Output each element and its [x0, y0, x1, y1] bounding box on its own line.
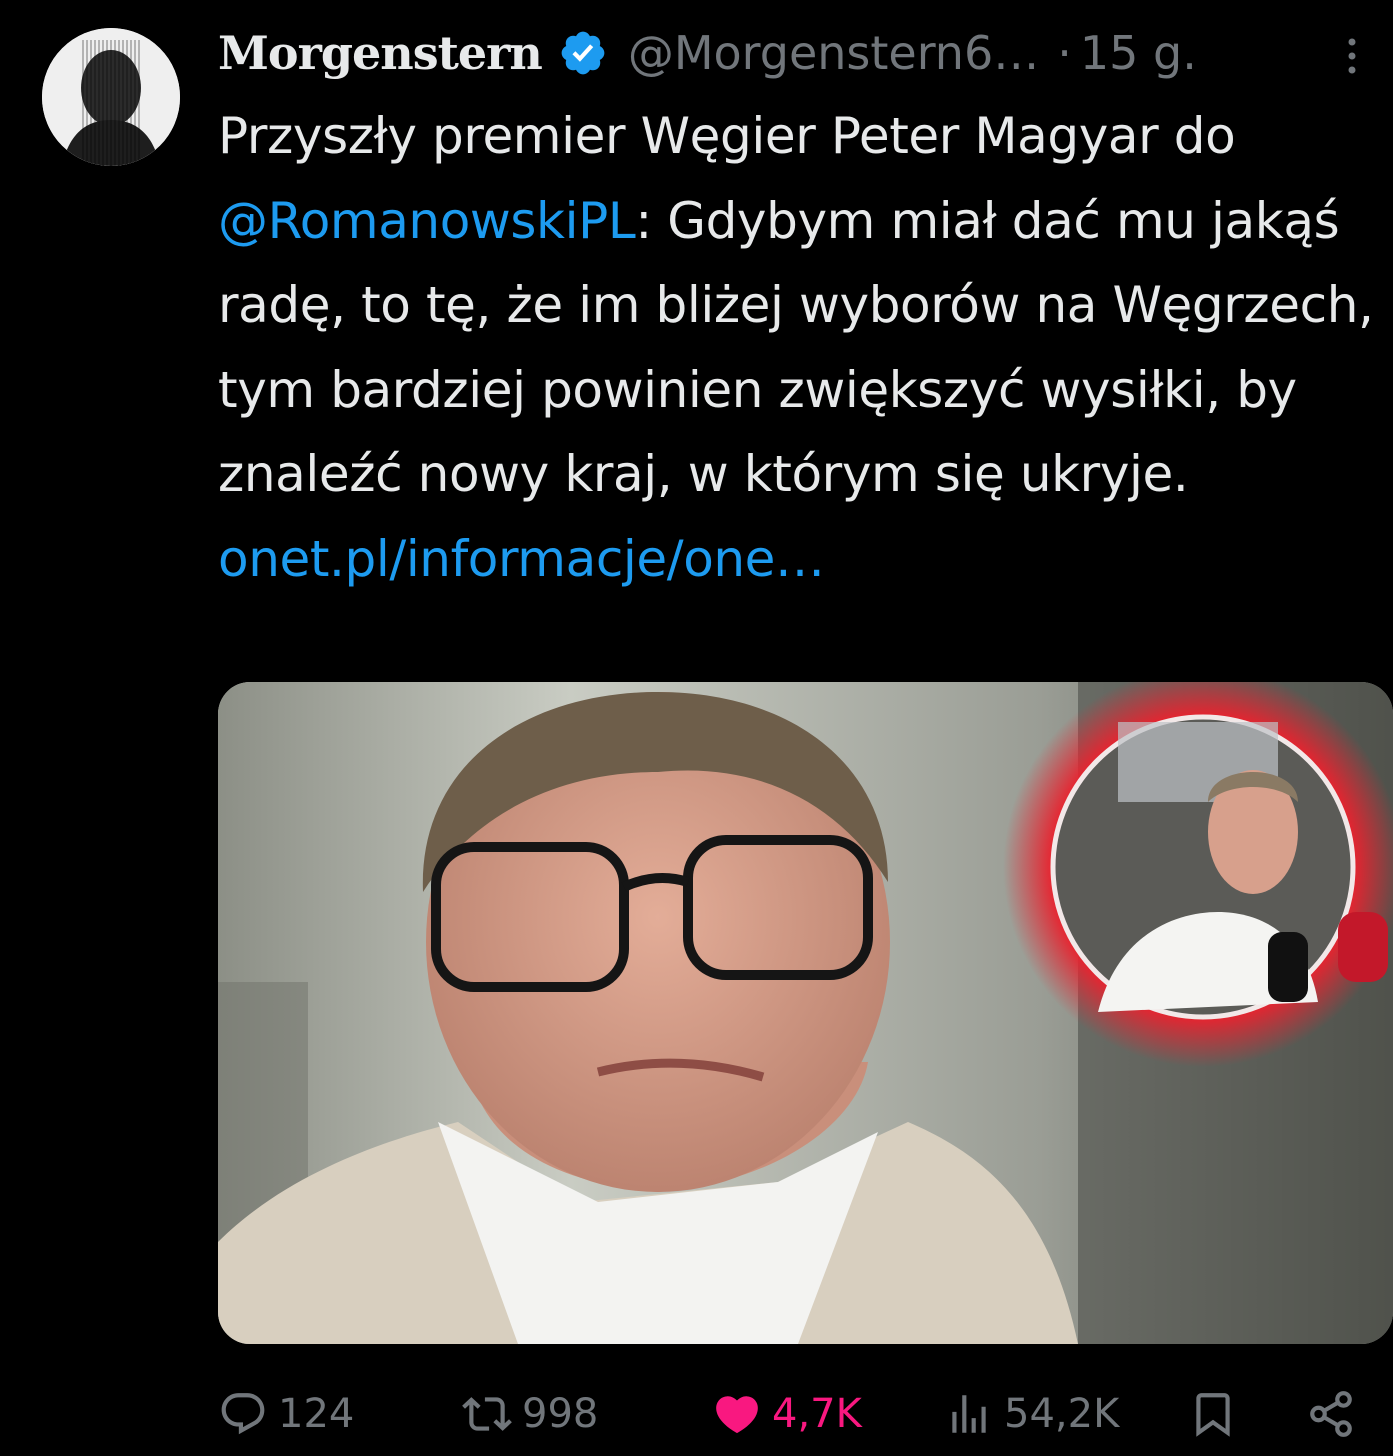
article-link[interactable]: onet.pl/informacje/one…	[218, 530, 825, 588]
retweet-icon	[462, 1397, 512, 1431]
author-avatar[interactable]	[42, 28, 180, 166]
like-count: 4,7K	[772, 1391, 862, 1437]
views-count: 54,2K	[1004, 1391, 1120, 1437]
heart-icon	[716, 1396, 758, 1434]
tweet-text: Przyszły premier Węgier Peter Magyar do …	[218, 94, 1378, 601]
share-button[interactable]	[1306, 1384, 1356, 1444]
author-display-name[interactable]: Morgenstern	[218, 26, 543, 80]
reply-button[interactable]: 124	[218, 1384, 354, 1444]
tweet-text-part-1: Przyszły premier Węgier Peter Magyar do	[218, 107, 1236, 165]
reply-icon	[221, 1393, 265, 1435]
mention-link[interactable]: @RomanowskiPL	[218, 192, 636, 250]
author-handle[interactable]: @Morgenstern6…	[628, 26, 1039, 80]
views-icon	[952, 1395, 986, 1433]
share-icon	[1310, 1391, 1352, 1437]
retweet-button[interactable]: 998	[462, 1384, 598, 1444]
views-button[interactable]: 54,2K	[944, 1384, 1119, 1444]
verified-badge-icon	[561, 31, 605, 75]
tweet-header: Morgenstern @Morgenstern6… · 15 g.	[218, 22, 1373, 84]
bookmark-icon	[1196, 1393, 1230, 1437]
like-button[interactable]: 4,7K	[712, 1384, 862, 1444]
separator-dot: ·	[1057, 26, 1072, 80]
more-vertical-icon[interactable]	[1339, 36, 1365, 76]
retweet-count: 998	[522, 1391, 599, 1437]
bookmark-button[interactable]	[1188, 1384, 1238, 1444]
tweet-media-image[interactable]	[218, 682, 1393, 1344]
tweet-action-bar: 124 998 4,7K 54,2K	[218, 1384, 1393, 1444]
tweet-timestamp[interactable]: 15 g.	[1080, 26, 1197, 80]
reply-count: 124	[278, 1391, 355, 1437]
